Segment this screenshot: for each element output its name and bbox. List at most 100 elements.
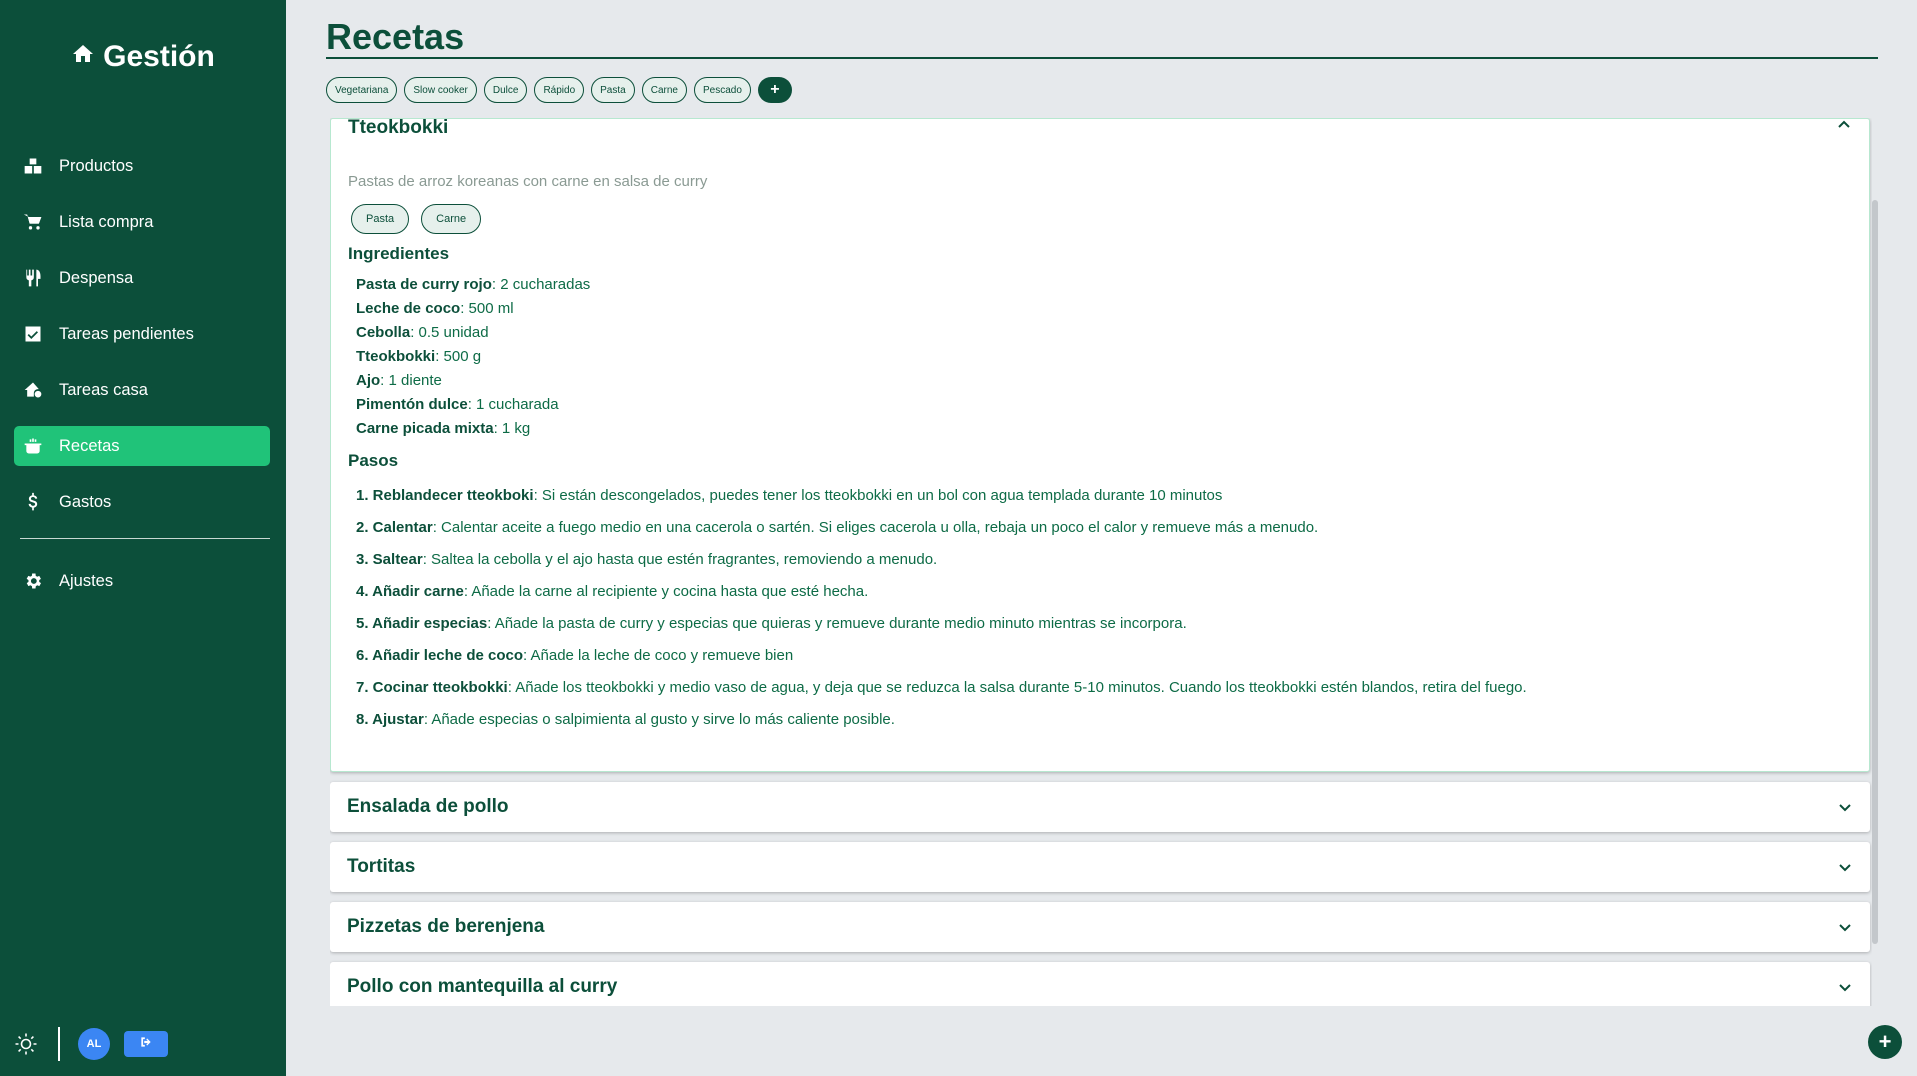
ingredient-item: Pasta de curry rojo: 2 cucharadas bbox=[356, 273, 1852, 297]
chevron-down-icon[interactable] bbox=[1837, 979, 1853, 995]
checkbox-icon bbox=[22, 323, 44, 345]
step-text: : Saltea la cebolla y el ajo hasta que e… bbox=[422, 551, 938, 568]
recipe-header[interactable]: Ensalada de pollo bbox=[330, 782, 1870, 832]
cart-icon bbox=[22, 211, 44, 233]
recipe-description: Pastas de arroz koreanas con carne en sa… bbox=[348, 173, 708, 190]
step-text: : Calentar aceite a fuego medio en una c… bbox=[432, 519, 1319, 536]
recipe-card[interactable]: Tortitas bbox=[330, 842, 1870, 892]
filter-tag-pescado[interactable]: Pescado bbox=[693, 77, 751, 103]
ingredient-name: Tteokbokki bbox=[356, 348, 436, 365]
step-title: 1. Reblandecer tteokboki bbox=[356, 487, 534, 504]
step-item: 2. Calentar: Calentar aceite a fuego med… bbox=[356, 512, 1852, 544]
add-recipe-button[interactable]: + bbox=[1868, 1025, 1902, 1059]
recipe-tag[interactable]: Pasta bbox=[351, 204, 410, 234]
filter-tag-dulce[interactable]: Dulce bbox=[483, 77, 528, 103]
theme-toggle-sun-icon[interactable] bbox=[14, 1032, 38, 1056]
recipe-list: Tteokbokki Pastas de arroz koreanas con … bbox=[330, 118, 1872, 1006]
sidebar-item-label: Ajustes bbox=[59, 571, 114, 590]
recipe-card[interactable]: Ensalada de pollo bbox=[330, 782, 1870, 832]
ingredient-name: Carne picada mixta bbox=[356, 420, 494, 437]
recipe-card-expanded: Tteokbokki Pastas de arroz koreanas con … bbox=[330, 118, 1870, 772]
step-item: 7. Cocinar tteokbokki: Añade los tteokbo… bbox=[356, 672, 1852, 704]
recipe-header[interactable]: Tortitas bbox=[330, 842, 1870, 892]
sidebar-item-tareas-casa[interactable]: Tareas casa bbox=[14, 370, 270, 410]
sidebar-item-label: Despensa bbox=[59, 268, 134, 287]
ingredient-item: Ajo: 1 diente bbox=[356, 369, 1852, 393]
brand-title: Gestión bbox=[103, 40, 215, 73]
ingredient-name: Leche de coco bbox=[356, 300, 461, 317]
ingredient-qty: : 1 cucharada bbox=[467, 396, 559, 413]
sidebar-item-label: Tareas casa bbox=[59, 380, 148, 399]
filter-tag-rapido[interactable]: Rápido bbox=[534, 77, 585, 103]
ingredient-item: Tteokbokki: 500 g bbox=[356, 345, 1852, 369]
sidebar-item-tareas-pendientes[interactable]: Tareas pendientes bbox=[14, 314, 270, 354]
scrollbar[interactable] bbox=[1872, 200, 1878, 944]
filter-tag-vegetariana[interactable]: Vegetariana bbox=[326, 77, 398, 103]
ingredient-item: Carne picada mixta: 1 kg bbox=[356, 417, 1852, 441]
filter-tag-pasta[interactable]: Pasta bbox=[591, 77, 635, 103]
dollar-icon bbox=[22, 491, 44, 513]
ingredient-name: Ajo bbox=[356, 372, 381, 389]
step-item: 6. Añadir leche de coco: Añade la leche … bbox=[356, 640, 1852, 672]
ingredient-qty: : 1 kg bbox=[493, 420, 531, 437]
ingredients-list: Pasta de curry rojo: 2 cucharadas Leche … bbox=[356, 273, 1852, 441]
filter-tags: Vegetariana Slow cooker Dulce Rápido Pas… bbox=[326, 77, 792, 103]
logout-button[interactable] bbox=[124, 1031, 168, 1057]
avatar[interactable]: AL bbox=[78, 1028, 110, 1060]
chevron-down-icon[interactable] bbox=[1837, 799, 1853, 815]
step-title: 6. Añadir leche de coco bbox=[356, 647, 523, 664]
step-title: 2. Calentar bbox=[356, 519, 433, 536]
recipe-card[interactable]: Pizzetas de berenjena bbox=[330, 902, 1870, 952]
ingredient-qty: : 0.5 unidad bbox=[410, 324, 489, 341]
step-text: : Añade la pasta de curry y especias que… bbox=[487, 615, 1187, 632]
home-icon bbox=[71, 40, 95, 74]
recipe-tag[interactable]: Carne bbox=[421, 204, 482, 234]
recipe-header[interactable]: Tteokbokki bbox=[348, 118, 1852, 138]
sidebar-item-label: Recetas bbox=[59, 436, 120, 455]
ingredients-title: Ingredientes bbox=[348, 244, 450, 263]
chevron-down-icon[interactable] bbox=[1837, 919, 1853, 935]
recipe-title: Pizzetas de berenjena bbox=[347, 916, 545, 937]
recipe-header[interactable]: Pollo con mantequilla al curry bbox=[330, 962, 1870, 1006]
ingredient-item: Leche de coco: 500 ml bbox=[356, 297, 1852, 321]
boxes-icon bbox=[22, 155, 44, 177]
add-tag-button[interactable]: + bbox=[757, 77, 792, 103]
sidebar-item-label: Gastos bbox=[59, 492, 112, 511]
brand[interactable]: Gestión bbox=[0, 40, 286, 74]
step-item: 3. Saltear: Saltea la cebolla y el ajo h… bbox=[356, 544, 1852, 576]
sidebar-item-productos[interactable]: Productos bbox=[14, 146, 270, 186]
recipe-card[interactable]: Pollo con mantequilla al curry bbox=[330, 962, 1870, 1006]
sidebar-footer: AL bbox=[14, 1026, 168, 1062]
step-item: 8. Ajustar: Añade especias o salpimienta… bbox=[356, 704, 1852, 736]
sidebar-nav: Productos Lista compra Despensa Tareas p… bbox=[14, 146, 270, 617]
sidebar-item-recetas[interactable]: Recetas bbox=[14, 426, 270, 466]
filter-tag-slow-cooker[interactable]: Slow cooker bbox=[404, 77, 477, 103]
logout-icon bbox=[139, 1035, 153, 1054]
step-text: : Si están descongelados, puedes tener l… bbox=[533, 487, 1223, 504]
sidebar-item-label: Productos bbox=[59, 156, 134, 175]
step-title: 7. Cocinar tteokbokki bbox=[356, 679, 508, 696]
sidebar-item-label: Tareas pendientes bbox=[59, 324, 194, 343]
filter-tag-carne[interactable]: Carne bbox=[641, 77, 687, 103]
step-text: : Añade la leche de coco y remueve bien bbox=[523, 647, 794, 664]
recipe-tags: Pasta Carne bbox=[351, 204, 1852, 234]
ingredient-qty: : 500 g bbox=[435, 348, 482, 365]
sidebar-item-lista-compra[interactable]: Lista compra bbox=[14, 202, 270, 242]
chevron-down-icon[interactable] bbox=[1837, 859, 1853, 875]
recipe-header[interactable]: Pizzetas de berenjena bbox=[330, 902, 1870, 952]
utensils-icon bbox=[22, 267, 44, 289]
step-item: 5. Añadir especias: Añade la pasta de cu… bbox=[356, 608, 1852, 640]
recipe-title: Tortitas bbox=[347, 856, 416, 877]
steps-list: 1. Reblandecer tteokboki: Si están desco… bbox=[356, 480, 1852, 736]
pot-icon bbox=[22, 435, 44, 457]
ingredient-item: Pimentón dulce: 1 cucharada bbox=[356, 393, 1852, 417]
sidebar-item-ajustes[interactable]: Ajustes bbox=[14, 561, 270, 601]
step-text: : Añade los tteokbokki y medio vaso de a… bbox=[507, 679, 1527, 696]
ingredient-name: Pasta de curry rojo bbox=[356, 276, 492, 293]
title-rule bbox=[326, 57, 1878, 59]
gear-icon bbox=[22, 570, 44, 592]
ingredient-item: Cebolla: 0.5 unidad bbox=[356, 321, 1852, 345]
sidebar-item-despensa[interactable]: Despensa bbox=[14, 258, 270, 298]
sidebar-item-gastos[interactable]: Gastos bbox=[14, 482, 270, 522]
chevron-up-icon[interactable] bbox=[1836, 118, 1852, 133]
